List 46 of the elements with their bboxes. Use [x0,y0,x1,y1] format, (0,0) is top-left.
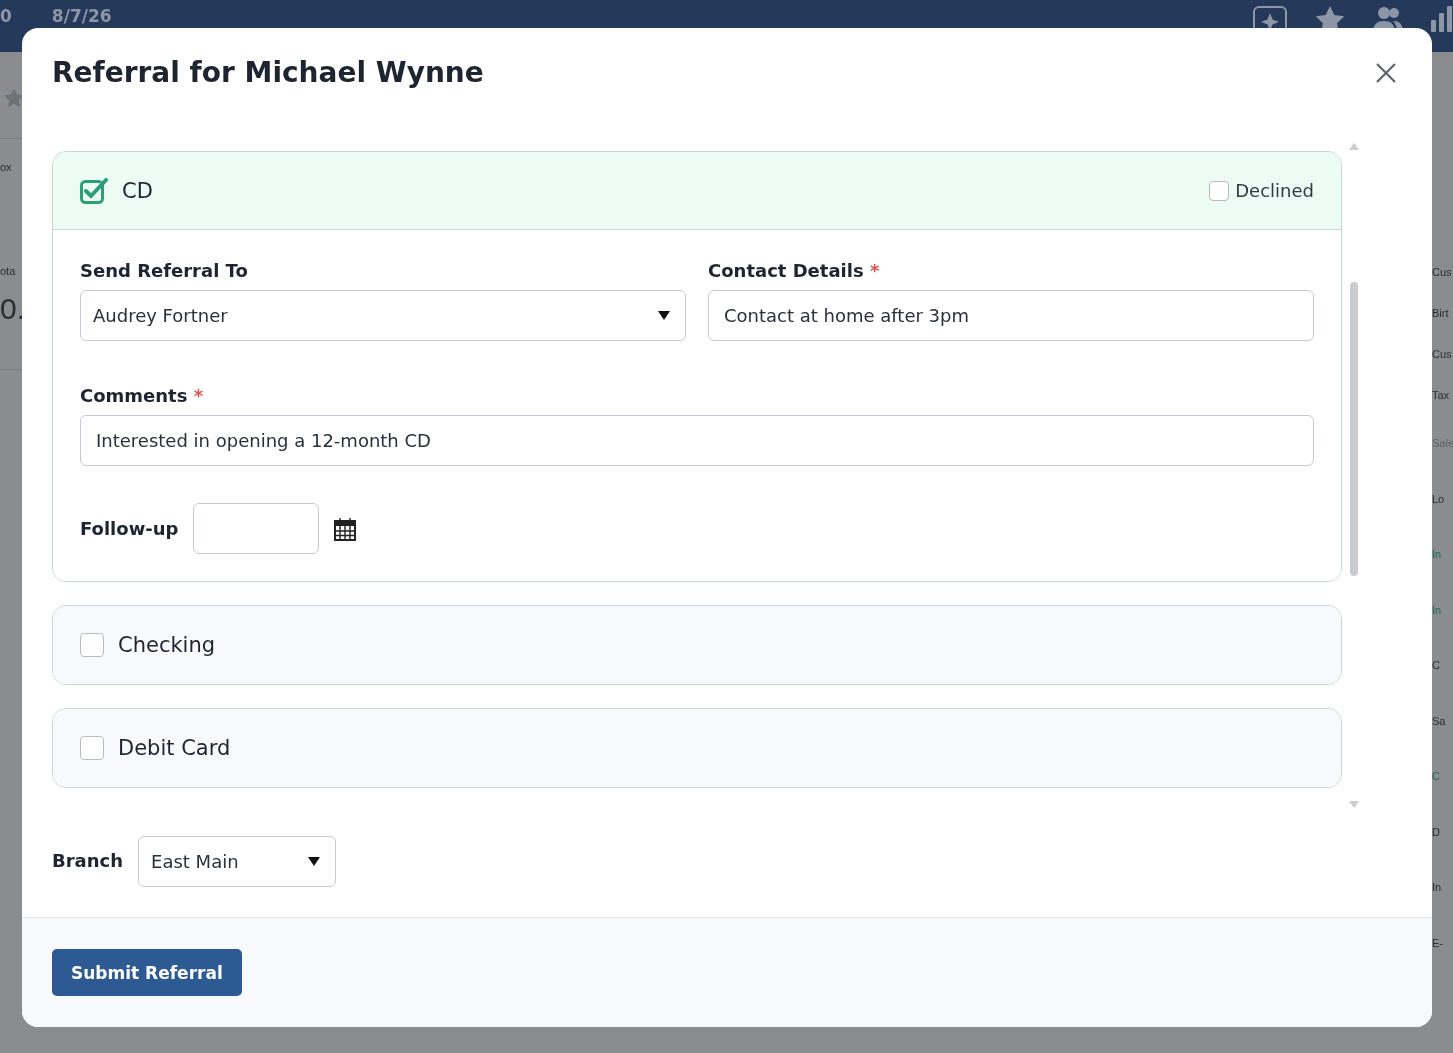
field-label: Follow-up [80,518,179,540]
page-text: In [1432,880,1443,895]
page-text: ox [0,160,13,175]
field-label: Comments * [80,385,205,407]
caret-icon [308,857,321,867]
field-label: Contact Details * [708,260,881,282]
page-text: 0 [0,6,12,26]
page-text: Cus [1432,265,1453,280]
calendar-icon[interactable] [334,516,357,541]
page-text: C [1432,769,1441,784]
scrollbar-thumb[interactable] [1350,282,1358,577]
caret-icon [658,311,670,321]
product-name: Checking [118,633,216,658]
bar-chart-icon[interactable] [1431,6,1453,32]
select-field[interactable]: Audrey Fortner [80,290,686,342]
page-text: E- [1432,935,1444,951]
close-button[interactable] [1374,60,1398,85]
field-label: Branch [52,850,124,872]
page-text: Lo [1432,491,1446,507]
select-field[interactable]: East Main [138,836,337,888]
checkbox[interactable] [80,736,104,761]
page-text: ota [0,264,17,279]
product-name: Debit Card [118,736,231,761]
scroll-up-icon[interactable] [1349,143,1359,151]
page-text: Birt [1432,306,1450,321]
scroll-down-icon[interactable] [1349,801,1359,809]
checkbox[interactable] [80,177,108,204]
page-text: Tax [1432,388,1451,403]
input-field[interactable]: Contact at home after 3pm [708,290,1314,342]
page-text: In [1432,547,1443,562]
product-name: CD [122,178,153,203]
dialog-title: Referral for Michael Wynne [52,56,484,90]
date-text: 8/7/26 [51,6,112,26]
page-text: D [1432,824,1441,840]
declined-checkbox[interactable]: Declined [1209,180,1314,202]
page-text: C [1432,658,1441,673]
star-icon [4,88,22,108]
checkbox[interactable] [80,633,104,658]
page-text: In [1432,602,1443,618]
submit-button[interactable]: Submit Referral [52,949,242,996]
date-field[interactable] [193,503,320,555]
field-label: Send Referral To [80,260,249,282]
page-text: Cus [1432,347,1453,362]
input-field[interactable]: Interested in opening a 12-month CD [80,415,1314,467]
page-text: Sa [1432,713,1447,729]
page-text: 0. [0,291,22,327]
